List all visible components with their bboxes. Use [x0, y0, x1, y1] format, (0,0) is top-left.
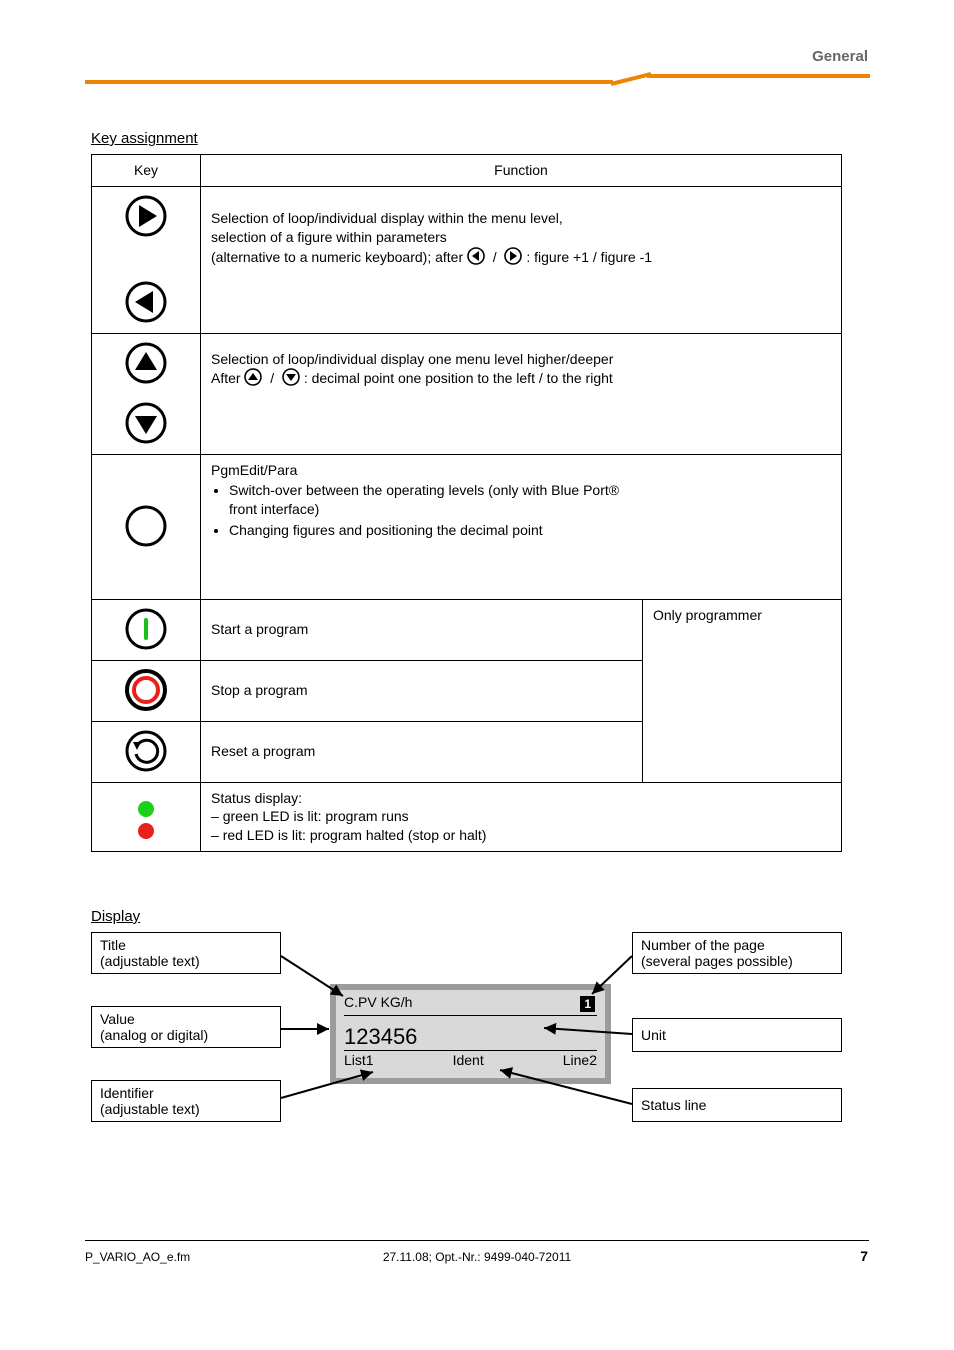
callout-identifier: Identifier(adjustable text) [91, 1080, 281, 1122]
table-header-key: Key [92, 155, 201, 187]
blank-key-icon [123, 503, 169, 549]
callout-title: Title(adjustable text) [91, 932, 281, 974]
lcd-separator [344, 1050, 597, 1051]
stop-icon [123, 667, 169, 713]
desc-line: selection of a figure within parameters [211, 228, 831, 247]
callout-unit: Unit [632, 1018, 842, 1052]
key-function-table: Key Function Selection of loop/individua… [91, 154, 842, 852]
section-title-display: Display [91, 908, 140, 925]
key-cell-reset [92, 721, 201, 782]
arrow-down-icon [123, 400, 169, 446]
desc-leds: Status display: – green LED is lit: prog… [201, 782, 842, 852]
lcd-title: C.PV KG/h [344, 994, 597, 1010]
desc-stop: Stop a program [201, 660, 643, 721]
desc-label: PgmEdit/Para [211, 461, 831, 480]
arrow-left-mini-icon [467, 247, 485, 265]
key-cell-arrow-down [92, 394, 201, 455]
desc-bullet: Changing figures and positioning the dec… [229, 521, 831, 540]
reset-icon [123, 728, 169, 774]
desc-pgm: PgmEdit/Para Switch-over between the ope… [201, 454, 842, 599]
desc-arrows-lr: Selection of loop/individual display wit… [201, 186, 842, 272]
arrow-down-mini-icon [282, 368, 300, 386]
arrow-icon [281, 952, 351, 1004]
callout-status: Status line [632, 1088, 842, 1122]
desc-line: After / : decimal point one position to … [211, 368, 831, 388]
arrow-icon [496, 1066, 636, 1110]
key-cell-arrows-lr [92, 186, 201, 272]
desc-line: Selection of loop/individual display one… [211, 350, 831, 369]
lcd-status-left: List1 [344, 1052, 374, 1068]
arrow-icon [588, 956, 636, 1000]
table-header-function: Function [201, 155, 842, 187]
arrow-up-mini-icon [244, 368, 262, 386]
led-green-text: green LED is lit: program runs [223, 808, 409, 824]
arrow-icon [281, 1024, 335, 1034]
desc-line: (alternative to a numeric keyboard); aft… [211, 247, 831, 267]
note-only-programmer: Only programmer [643, 599, 842, 782]
key-cell-arrow-left [92, 273, 201, 334]
start-icon [123, 606, 169, 652]
key-cell-stop [92, 660, 201, 721]
led-green-icon [138, 801, 154, 817]
arrow-up-icon [123, 340, 169, 386]
key-cell-pgm [92, 454, 201, 599]
desc-bullet: Switch-over between the operating levels… [229, 481, 831, 519]
arrow-right-icon [123, 193, 169, 239]
header-chapter: General [812, 48, 868, 65]
callout-page-number: Number of the page(several pages possibl… [632, 932, 842, 974]
arrow-left-icon [123, 279, 169, 325]
lcd-separator [344, 1015, 597, 1016]
leds-title: Status display: [211, 789, 831, 808]
footer-doc-id: 27.11.08; Opt.-Nr.: 9499-040-72011 [0, 1250, 954, 1264]
arrow-icon [281, 1068, 381, 1104]
desc-start: Start a program [201, 599, 643, 660]
footer-rule [85, 1240, 869, 1241]
desc-reset: Reset a program [201, 721, 643, 782]
header-rule-right [647, 74, 870, 78]
header-rule-left [85, 80, 613, 84]
key-cell-arrow-up [92, 333, 201, 394]
section-title-keys: Key assignment [91, 130, 198, 147]
lcd-status-mid: Ident [453, 1052, 484, 1068]
arrow-right-mini-icon [504, 247, 522, 265]
callout-value: Value(analog or digital) [91, 1006, 281, 1048]
key-cell-start [92, 599, 201, 660]
desc-arrows-ud: Selection of loop/individual display one… [201, 333, 842, 454]
key-cell-leds [92, 782, 201, 852]
desc-line: Selection of loop/individual display wit… [211, 209, 831, 228]
footer-page-num: 7 [860, 1248, 868, 1264]
header-rule-diagonal [611, 70, 651, 86]
led-red-text: red LED is lit: program halted (stop or … [223, 827, 487, 843]
led-red-icon [138, 823, 154, 839]
arrow-icon [540, 1024, 636, 1040]
